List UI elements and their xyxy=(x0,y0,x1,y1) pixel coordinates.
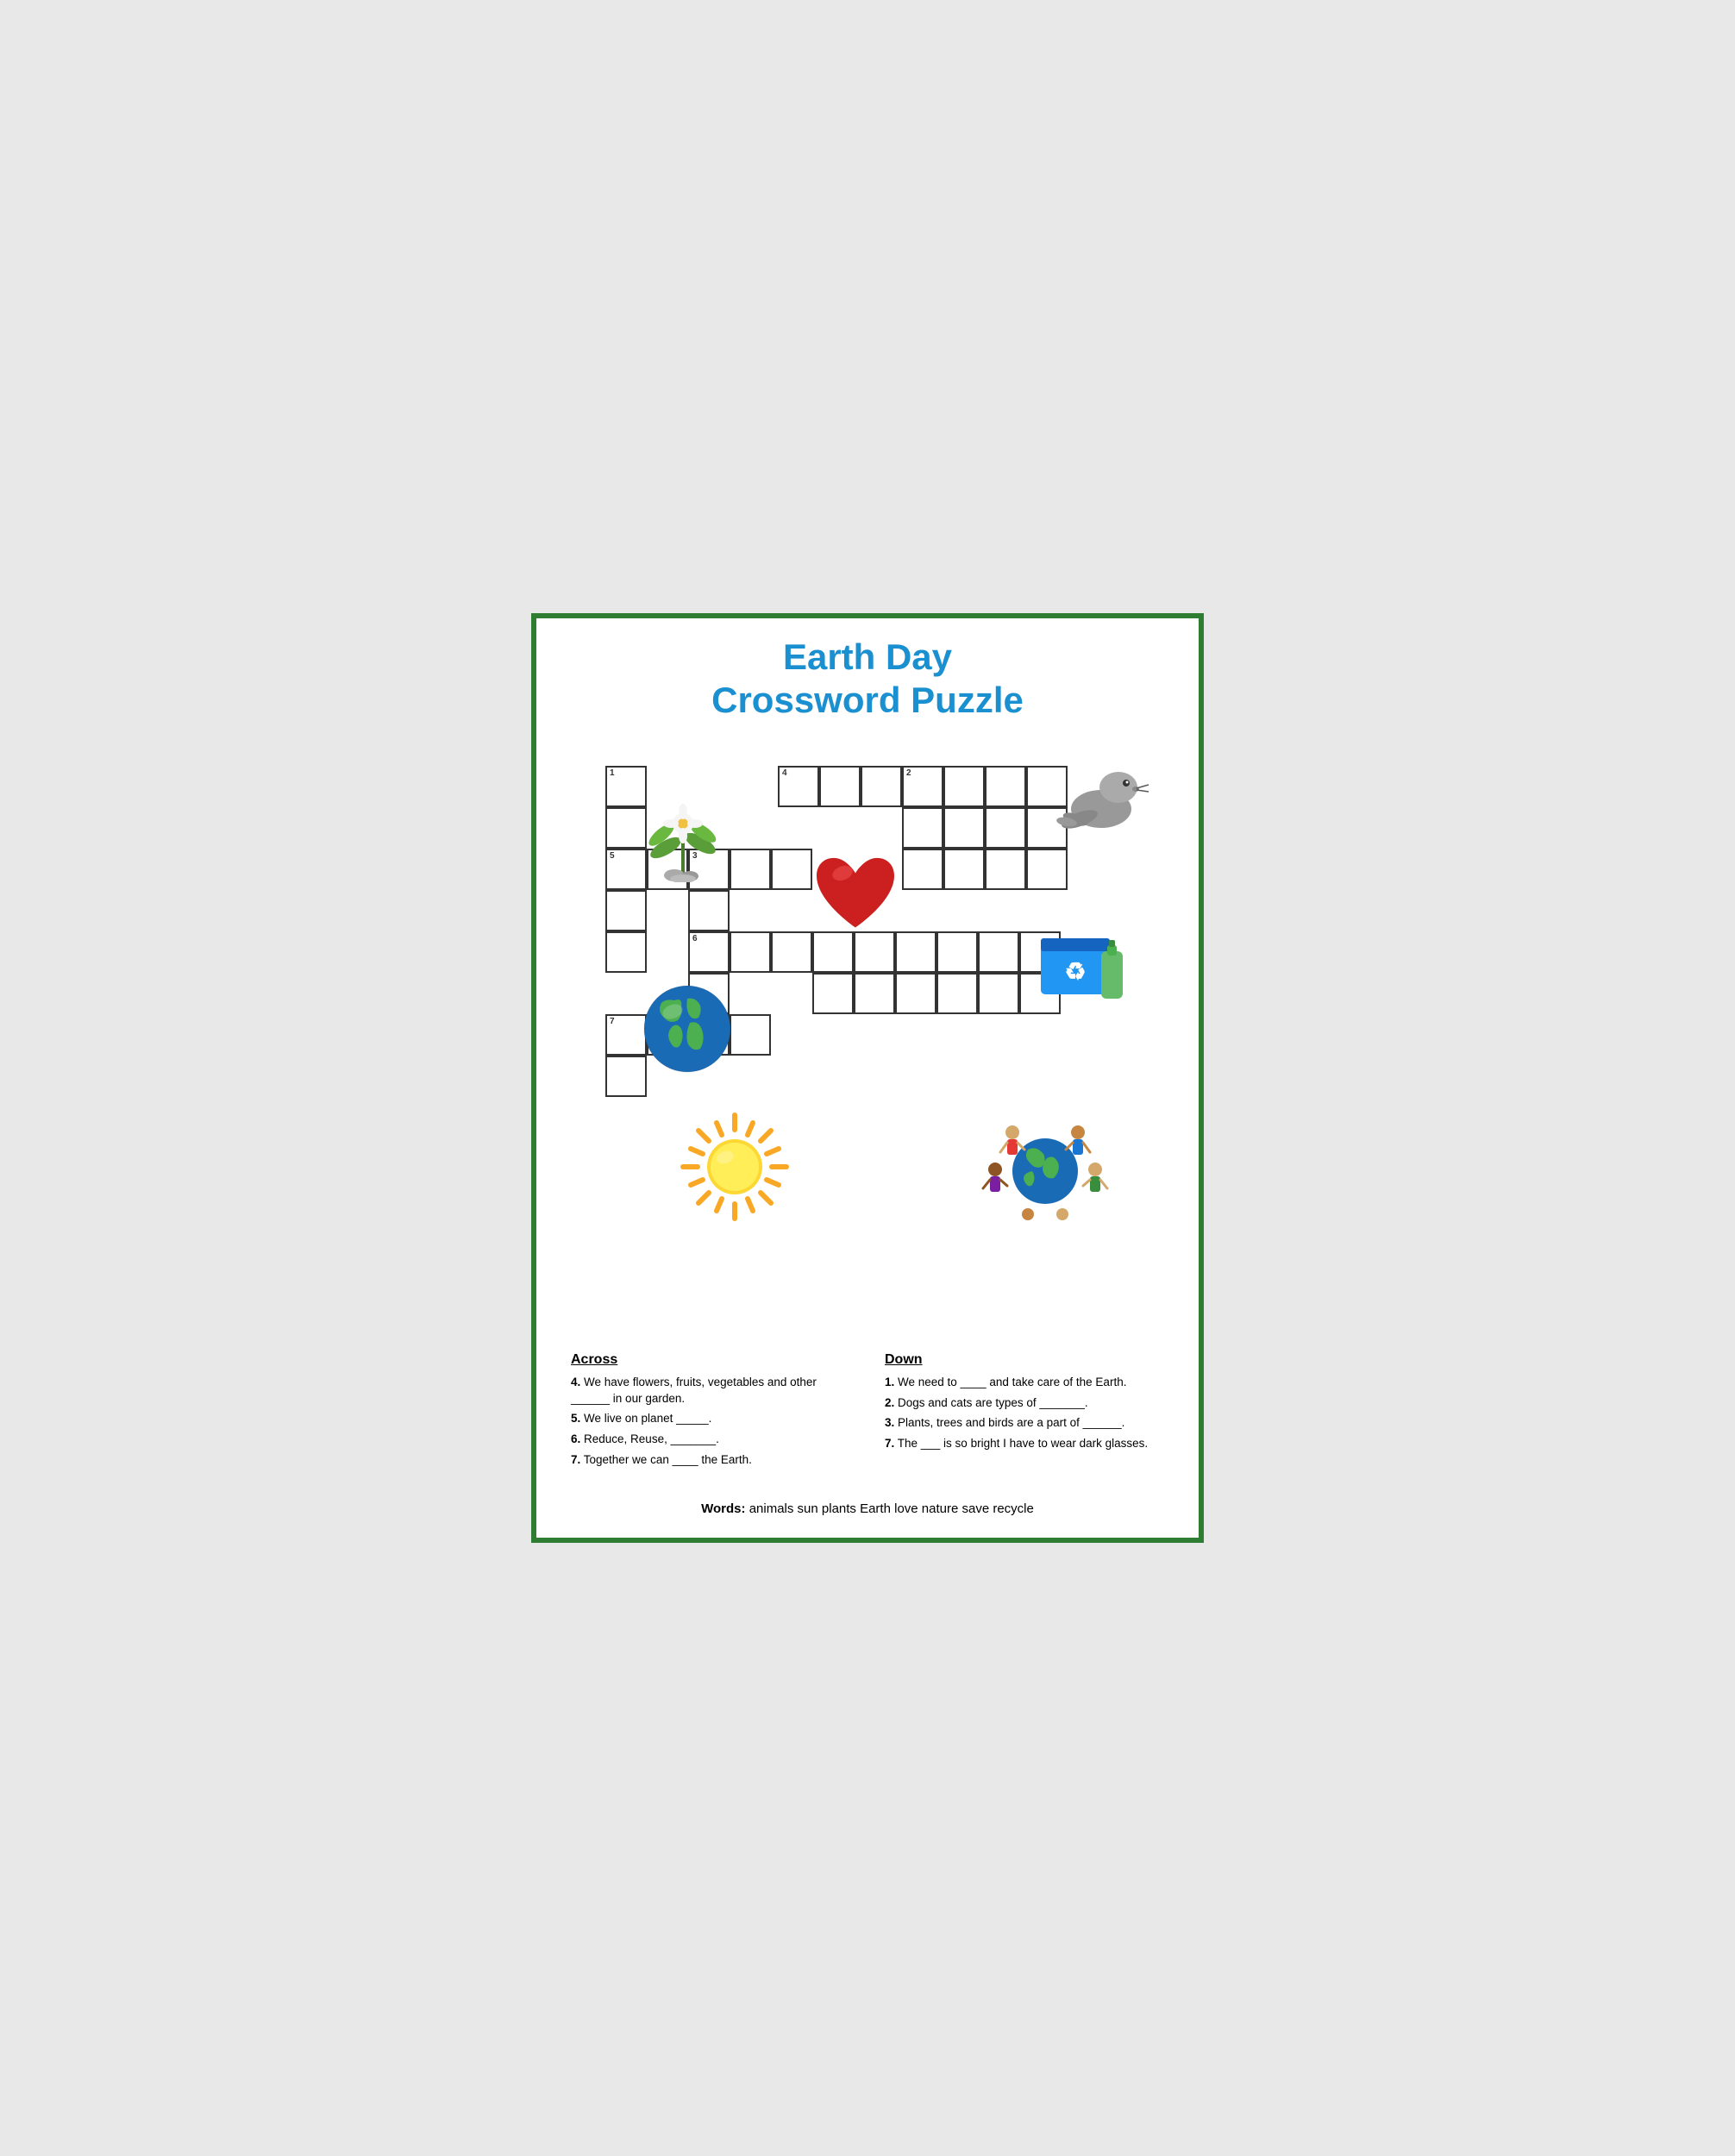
down-clue-1: 1. We need to ____ and take care of the … xyxy=(885,1375,1164,1391)
cell-r5-9[interactable] xyxy=(978,973,1019,1014)
across-clue-4: 4. We have flowers, fruits, vegetables a… xyxy=(571,1375,850,1407)
seal-decoration xyxy=(1054,749,1149,839)
across-clue-5: 5. We live on planet _____. xyxy=(571,1411,850,1427)
cell-r1-7[interactable] xyxy=(1026,807,1068,849)
cell-r1-6[interactable] xyxy=(985,807,1026,849)
cell-r2-8[interactable] xyxy=(1026,849,1068,890)
across-heading: Across xyxy=(571,1352,850,1368)
across-clue-6: 6. Reduce, Reuse, _______. xyxy=(571,1432,850,1448)
cell-4-0f[interactable] xyxy=(985,766,1026,807)
cell-r1-5[interactable] xyxy=(943,807,985,849)
cell-r2-5[interactable] xyxy=(902,849,943,890)
cell-r5-5[interactable] xyxy=(812,973,854,1014)
cell-5-0[interactable]: 5 xyxy=(605,849,647,890)
cell-6-3[interactable] xyxy=(812,931,854,973)
cell-7-2[interactable] xyxy=(688,1014,730,1056)
down-clue-2: 2. Dogs and cats are types of _______. xyxy=(885,1395,1164,1412)
cell-6-7[interactable] xyxy=(978,931,1019,973)
page-title: Earth Day Crossword Puzzle xyxy=(554,636,1181,723)
word-bank-words: animals sun plants Earth love nature sav… xyxy=(749,1501,1034,1516)
cell-1-4[interactable] xyxy=(605,931,647,973)
cell-r5-10[interactable] xyxy=(1019,973,1061,1014)
cell-7-3[interactable] xyxy=(730,1014,771,1056)
cell-2-1[interactable] xyxy=(902,807,943,849)
clues-section: Across 4. We have flowers, fruits, veget… xyxy=(554,1344,1181,1482)
page: Earth Day Crossword Puzzle 1 4 2 5 3 xyxy=(531,613,1204,1543)
cell-4-0e[interactable] xyxy=(943,766,985,807)
cell-r2-6[interactable] xyxy=(943,849,985,890)
cell-4-0b[interactable] xyxy=(819,766,861,807)
cell-7-1[interactable] xyxy=(647,1014,688,1056)
cell-6-5[interactable] xyxy=(895,931,936,973)
down-clues: Down 1. We need to ____ and take care of… xyxy=(885,1352,1164,1473)
cell-5-4[interactable] xyxy=(771,849,812,890)
cell-1-3[interactable] xyxy=(605,890,647,931)
cell-7-0[interactable]: 7 xyxy=(605,1014,647,1056)
cell-1-0[interactable]: 1 xyxy=(605,766,647,807)
cell-r2-7[interactable] xyxy=(985,849,1026,890)
down-clue-3: 3. Plants, trees and birds are a part of… xyxy=(885,1415,1164,1432)
sun-decoration xyxy=(679,1111,791,1227)
cell-r5-8[interactable] xyxy=(936,973,978,1014)
cell-6-1[interactable] xyxy=(730,931,771,973)
heart-decoration xyxy=(812,852,899,938)
cell-2-0[interactable]: 2 xyxy=(902,766,943,807)
cell-6-4[interactable] xyxy=(854,931,895,973)
cell-3-3[interactable] xyxy=(688,890,730,931)
across-clues: Across 4. We have flowers, fruits, veget… xyxy=(571,1352,850,1473)
cell-5-1[interactable] xyxy=(647,849,688,890)
cell-4-0g[interactable] xyxy=(1026,766,1068,807)
cell-7d-0[interactable] xyxy=(605,1056,647,1097)
crossword-puzzle-area: 1 4 2 5 3 6 xyxy=(554,740,1181,1326)
cell-1-1[interactable] xyxy=(605,807,647,849)
cell-3-5[interactable] xyxy=(688,973,730,1014)
cell-r5-6[interactable] xyxy=(854,973,895,1014)
down-heading: Down xyxy=(885,1352,1164,1368)
cell-6-2[interactable] xyxy=(771,931,812,973)
cell-6-0[interactable]: 6 xyxy=(688,931,730,973)
cell-4-0c[interactable] xyxy=(861,766,902,807)
cell-r5-7[interactable] xyxy=(895,973,936,1014)
people-earth-decoration xyxy=(976,1102,1114,1227)
cell-5-3[interactable] xyxy=(730,849,771,890)
cell-6-6[interactable] xyxy=(936,931,978,973)
across-clue-7: 7. Together we can ____ the Earth. xyxy=(571,1452,850,1469)
cell-3-0[interactable]: 3 xyxy=(688,849,730,890)
cell-4-0a[interactable]: 4 xyxy=(778,766,819,807)
down-clue-7: 7. The ___ is so bright I have to wear d… xyxy=(885,1436,1164,1452)
word-bank: Words: animals sun plants Earth love nat… xyxy=(554,1497,1181,1520)
cell-6-8[interactable] xyxy=(1019,931,1061,973)
svg-text:♻: ♻ xyxy=(1064,958,1086,985)
word-bank-label: Words: xyxy=(701,1501,745,1516)
